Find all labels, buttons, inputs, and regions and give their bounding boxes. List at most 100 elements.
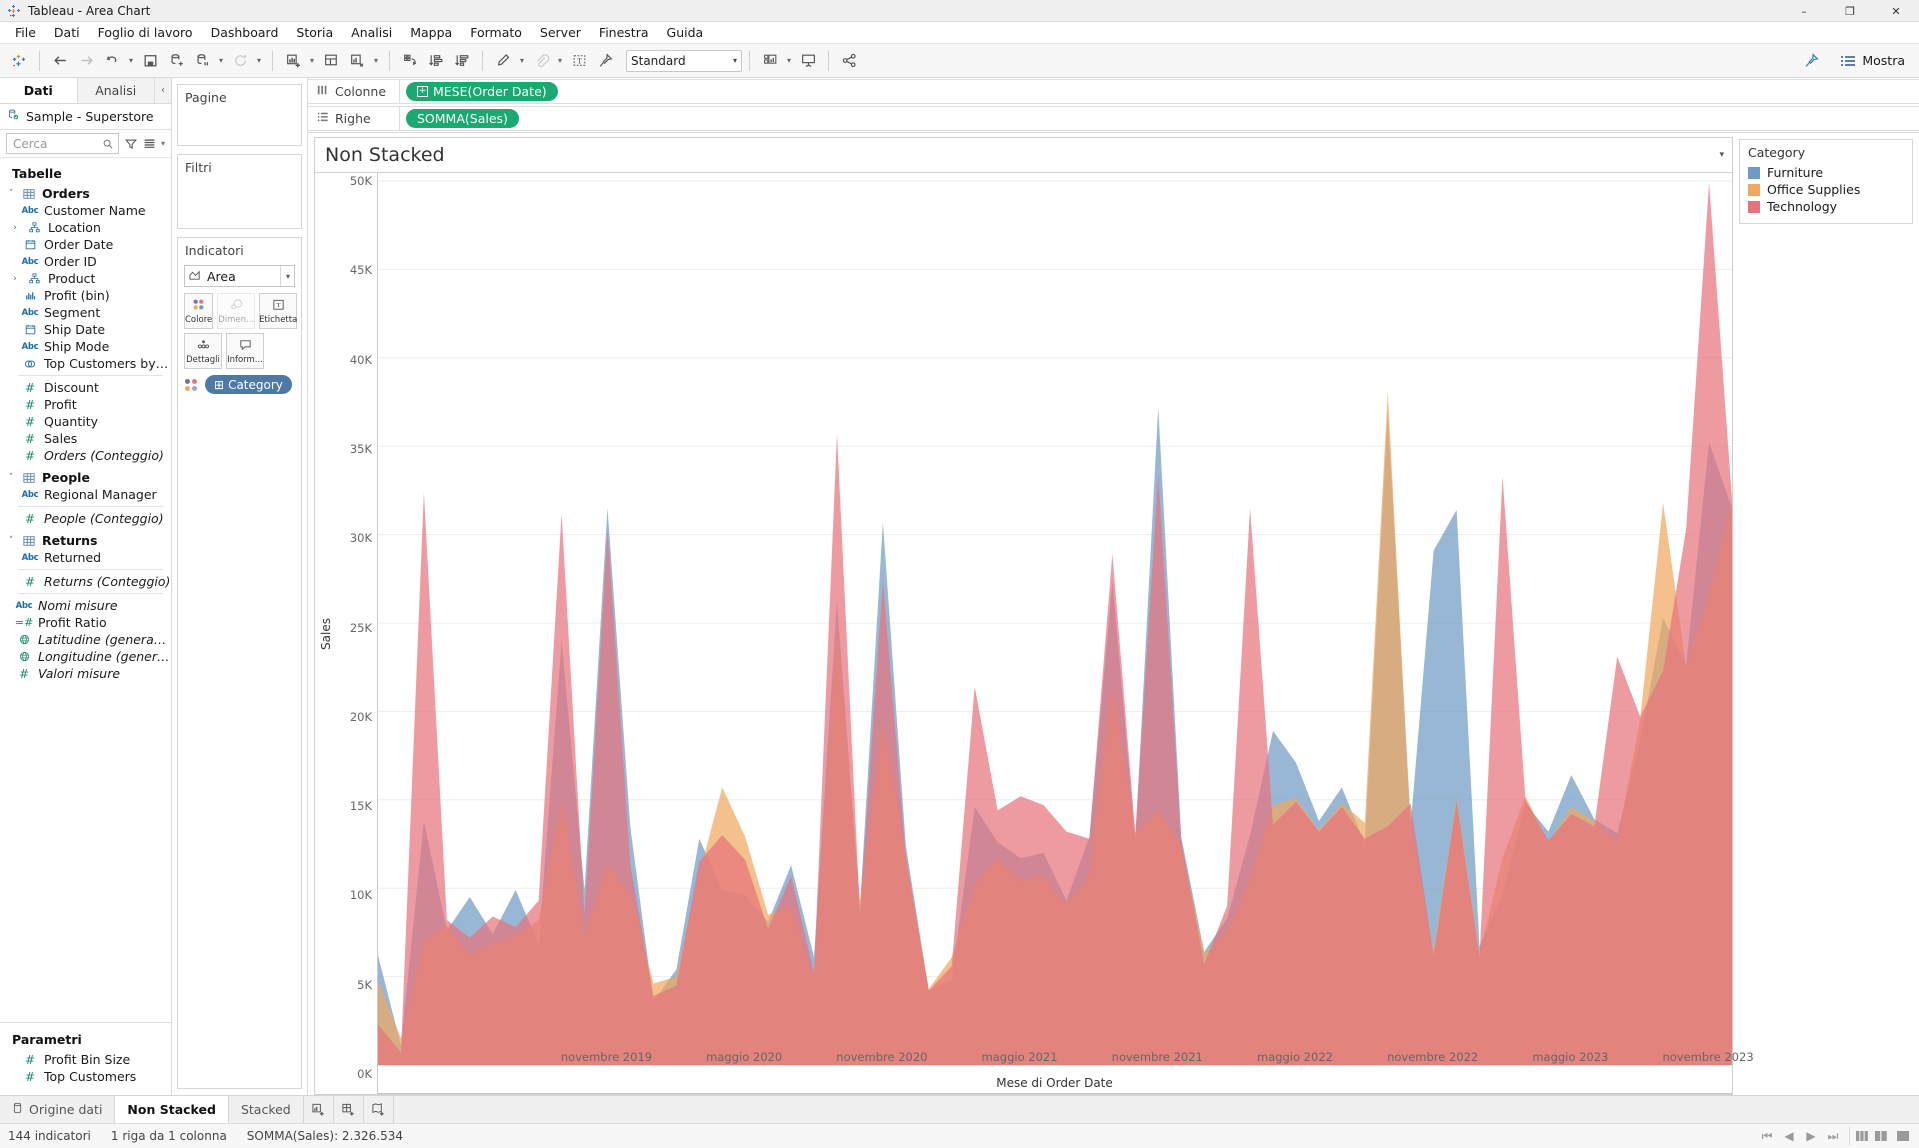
label-button[interactable]: T Etichetta [259,293,297,329]
filters-card[interactable]: Filtri [177,154,302,229]
menu-formato[interactable]: Formato [461,23,531,42]
prev-page-icon[interactable]: ◀ [1779,1127,1799,1145]
field-nomi-misure[interactable]: Abc Nomi misure [0,597,171,614]
field-returned[interactable]: Abc Returned [0,549,171,566]
refresh-data-icon[interactable] [227,48,253,74]
field-order-id[interactable]: Abc Order ID [0,253,171,270]
field-orders-conteggio[interactable]: # Orders (Conteggio) [0,447,171,464]
area-series-technology[interactable] [378,182,1732,1065]
legend-item-furniture[interactable]: Furniture [1748,164,1904,181]
next-page-icon[interactable]: ▶ [1801,1127,1821,1145]
save-icon[interactable] [137,48,163,74]
view-title[interactable]: Non Stacked ▾ [314,137,1733,173]
tableau-home-icon[interactable] [6,48,32,74]
chevron-down-icon[interactable]: ˅ [6,536,16,546]
menu-file[interactable]: File [6,23,45,42]
presentation-layout-icon[interactable] [757,48,783,74]
pause-data-source-icon[interactable] [189,48,215,74]
minimize-button[interactable]: – [1781,0,1827,22]
new-dashboard-icon[interactable] [334,1096,364,1123]
field-returns-conteggio[interactable]: # Returns (Conteggio) [0,573,171,590]
grid-medium-icon[interactable] [1871,1127,1891,1145]
forward-arrow-icon[interactable] [73,48,99,74]
tab-dati[interactable]: Dati [0,78,78,103]
field-people-conteggio[interactable]: # People (Conteggio) [0,510,171,527]
fit-selector[interactable]: Standard ▾ [626,49,742,72]
first-page-icon[interactable]: ⏮ [1757,1127,1777,1145]
field-order-date[interactable]: Order Date [0,236,171,253]
chevron-left-icon[interactable]: ‹ [155,78,171,103]
text-annotation-icon[interactable]: T [566,48,592,74]
pages-card[interactable]: Pagine [177,84,302,146]
parameter-top-customers[interactable]: # Top Customers [0,1068,171,1085]
size-button[interactable]: Dimen... [217,293,256,329]
field-valori-misure[interactable]: # Valori misure [0,665,171,682]
menu-mappa[interactable]: Mappa [401,23,461,42]
field-product[interactable]: › Product [0,270,171,287]
field-ship-mode[interactable]: Abc Ship Mode [0,338,171,355]
menu-dati[interactable]: Dati [45,23,89,42]
show-me-button[interactable]: Mostra [1834,50,1911,71]
new-worksheet-icon[interactable] [280,48,306,74]
tab-analisi[interactable]: Analisi [78,78,155,103]
legend-item-office-supplies[interactable]: Office Supplies [1748,181,1904,198]
columns-shelf-drop[interactable]: + MESE(Order Date) [400,79,1919,104]
chevron-right-icon[interactable]: › [10,223,20,233]
fixed-axis-icon[interactable] [592,48,618,74]
rows-shelf-drop[interactable]: SOMMA(Sales) [400,106,1919,131]
field-top-customers-by-profit[interactable]: Top Customers by Profit [0,355,171,372]
new-story-icon[interactable] [364,1096,394,1123]
field-location[interactable]: › Location [0,219,171,236]
field-sales[interactable]: # Sales [0,430,171,447]
field-discount[interactable]: # Discount [0,379,171,396]
close-button[interactable]: ✕ [1873,0,1919,22]
mark-type-selector[interactable]: Area ▾ [184,265,295,287]
grid-large-icon[interactable] [1893,1127,1913,1145]
menu-finestra[interactable]: Finestra [590,23,658,42]
color-legend[interactable]: Category Furniture Office Supplies Technol… [1739,139,1913,224]
field-ship-date[interactable]: Ship Date [0,321,171,338]
datasource-row[interactable]: Sample - Superstore [0,104,171,130]
field-profit[interactable]: # Profit [0,396,171,413]
plot-region[interactable] [377,173,1732,1094]
search-box[interactable] [6,133,119,154]
highlighter-icon[interactable] [490,48,516,74]
pill-somma-sales[interactable]: SOMMA(Sales) [406,109,519,128]
table-group-people[interactable]: ˅ People [0,469,171,486]
filter-icon[interactable] [124,137,138,151]
back-arrow-icon[interactable] [47,48,73,74]
presentation-caret-icon[interactable]: ▾ [783,48,795,74]
presentation-mode-icon[interactable] [795,48,821,74]
chart-canvas[interactable]: Sales 0K 5K 10K 15K 20K 25K 30K 35K 40K 45K 50K no… [314,173,1754,1095]
table-group-returns[interactable]: ˅ Returns [0,532,171,549]
menu-guida[interactable]: Guida [658,23,713,42]
pin-icon[interactable] [1798,48,1824,74]
menu-storia[interactable]: Storia [287,23,342,42]
detail-button[interactable]: Dettagli [184,333,222,369]
field-customer-name[interactable]: Abc Customer Name [0,202,171,219]
menu-server[interactable]: Server [531,23,590,42]
tooltip-button[interactable]: Inform... [226,333,264,369]
field-segment[interactable]: Abc Segment [0,304,171,321]
pause-caret-icon[interactable]: ▾ [215,48,227,74]
grid-small-icon[interactable] [1849,1127,1869,1145]
attach-icon[interactable] [528,48,554,74]
pill-expand-icon[interactable]: + [417,86,428,97]
new-story-icon[interactable] [344,48,370,74]
new-worksheet-caret-icon[interactable]: ▾ [306,48,318,74]
search-input[interactable] [11,135,102,152]
sort-descending-icon[interactable] [449,48,475,74]
marks-pill-category[interactable]: ⊞ Category [205,375,292,394]
field-regional-manager[interactable]: Abc Regional Manager [0,486,171,503]
view-caret-icon[interactable]: ▾ [161,139,165,148]
menu-foglio-di-lavoro[interactable]: Foglio di lavoro [89,23,202,42]
field-latitudine-generata[interactable]: Latitudine (generata) [0,631,171,648]
new-story-caret-icon[interactable]: ▾ [370,48,382,74]
parameter-profit-bin-size[interactable]: # Profit Bin Size [0,1051,171,1068]
chevron-down-icon[interactable]: ˅ [6,189,16,199]
share-icon[interactable] [836,48,862,74]
menu-dashboard[interactable]: Dashboard [202,23,288,42]
new-worksheet-icon[interactable] [304,1096,334,1123]
attach-caret-icon[interactable]: ▾ [554,48,566,74]
field-profit-bin[interactable]: Profit (bin) [0,287,171,304]
